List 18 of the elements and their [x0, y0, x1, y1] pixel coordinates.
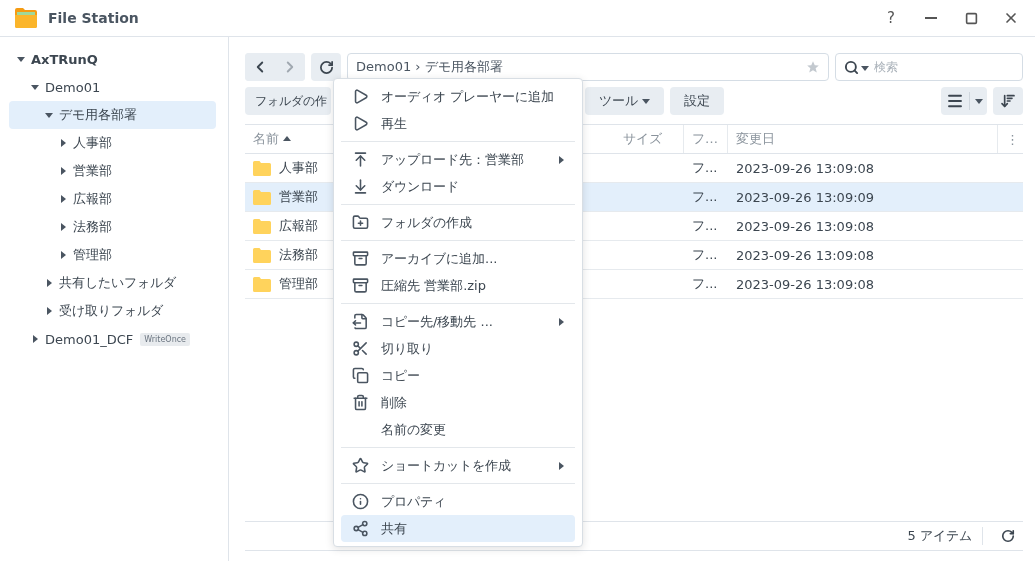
tag: WriteOnce: [140, 332, 191, 346]
table-cell: 2023-09-26 13:09:08: [736, 276, 875, 292]
table-cell: 管理部: [279, 275, 318, 293]
table-cell: フ...: [692, 246, 718, 264]
table-cell: 2023-09-26 13:09:08: [736, 247, 875, 263]
table-cell: フ...: [692, 275, 718, 293]
table-cell: フ...: [692, 217, 718, 235]
window-title: File Station: [48, 10, 140, 26]
table-cell: 2023-09-26 13:09:08: [736, 160, 875, 176]
table-cell: 2023-09-26 13:09:09: [736, 189, 875, 205]
table-cell: 人事部: [279, 159, 318, 177]
table-cell: 広報部: [279, 217, 318, 235]
table-cell: 2023-09-26 13:09:08: [736, 218, 875, 234]
item-count: 5 アイテム: [907, 527, 983, 545]
table-cell: フ...: [692, 159, 718, 177]
table-cell: フ...: [692, 188, 718, 206]
table-cell: 法務部: [279, 246, 318, 264]
table-cell: 営業部: [279, 188, 318, 206]
